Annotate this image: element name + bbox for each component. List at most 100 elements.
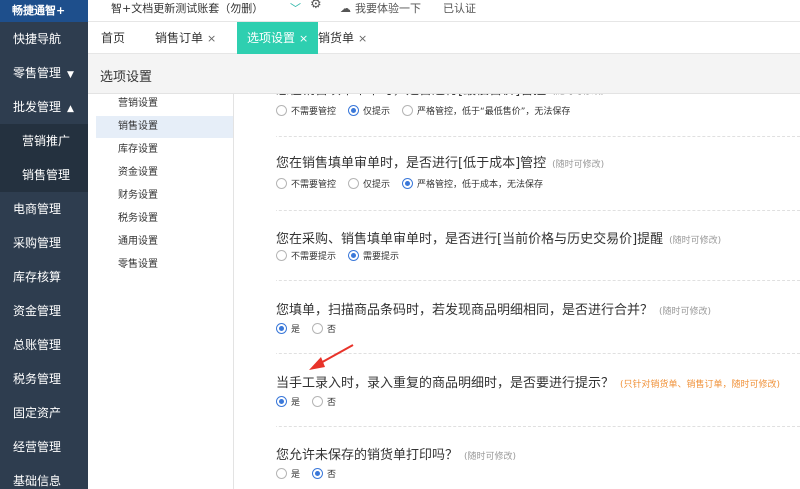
tab-label: 销售订单 xyxy=(155,31,204,45)
radio-label: 不需要管控 xyxy=(291,107,337,117)
sidebar-item-label: 税务管理 xyxy=(13,372,62,386)
page-title: 选项设置 xyxy=(100,70,153,85)
certified-label: 已认证 xyxy=(443,2,476,15)
menu-item[interactable]: 财务设置 xyxy=(96,185,233,207)
sidebar-item-label: 基础信息 xyxy=(13,474,62,488)
settings-content: 您在销售填单审单时，是否进行[最低售价]管控(随时可修改)不需要管控仅提示严格管… xyxy=(276,94,800,489)
sidebar-item[interactable]: 固定资产 xyxy=(0,396,88,430)
radio-button[interactable] xyxy=(276,105,287,116)
sidebar-item[interactable]: 库存核算 xyxy=(0,260,88,294)
setting-question: 当手工录入时，录入重复的商品明细时，是否要进行提示？ (只针对销货单、销售订单，随… xyxy=(276,372,780,391)
menu-item[interactable]: 资金设置 xyxy=(96,162,233,184)
account-select[interactable]: 智+文档更新测试账套（勿删） ﹀ xyxy=(96,0,301,16)
radio-label: 是 xyxy=(291,325,301,335)
radio-button[interactable] xyxy=(348,178,360,189)
tab-4[interactable]: 销货单 × xyxy=(318,22,367,54)
radio-label: 仅提示 xyxy=(363,107,391,117)
radio-label: 是 xyxy=(291,470,301,480)
gear-icon[interactable]: ⚙ xyxy=(310,0,322,12)
radio-option[interactable]: 仅提示 xyxy=(348,104,390,117)
radio-button[interactable] xyxy=(276,396,287,407)
setting-question-text: 您允许未保存的销货单打印吗？ xyxy=(276,448,459,463)
radio-button[interactable] xyxy=(276,178,287,189)
setting-options: 不需要提示 需要提示 xyxy=(276,249,411,262)
radio-option[interactable]: 是 xyxy=(276,322,300,335)
tab-label: 选项设置 xyxy=(247,31,296,45)
sidebar-item[interactable]: 税务管理 xyxy=(0,362,88,396)
sidebar-item[interactable]: 销售管理 xyxy=(0,158,88,192)
radio-button[interactable] xyxy=(348,250,360,261)
page-title-bar: 选项设置 xyxy=(88,54,800,94)
radio-option[interactable]: 否 xyxy=(312,467,336,480)
sidebar-item[interactable]: 批发管理 ▲ xyxy=(0,90,88,124)
radio-option[interactable]: 是 xyxy=(276,467,300,480)
logo: 畅捷通智+ xyxy=(0,0,88,22)
radio-button[interactable] xyxy=(312,323,324,334)
radio-button[interactable] xyxy=(348,105,360,116)
close-icon[interactable]: × xyxy=(207,32,216,45)
radio-label: 不需要管控 xyxy=(291,180,337,190)
sidebar-item[interactable]: 电商管理 xyxy=(0,192,88,226)
setting-question: 您在销售填单审单时，是否进行[最低售价]管控 (随时可修改) xyxy=(276,94,604,98)
radio-button[interactable] xyxy=(276,250,287,261)
radio-button[interactable] xyxy=(312,396,324,407)
radio-option[interactable]: 仅提示 xyxy=(348,177,390,190)
setting-question-text: 您在采购、销售填单审单时，是否进行[当前价格与历史交易价]提醒 xyxy=(276,232,664,247)
tab-label: 销货单 xyxy=(318,31,355,45)
setting-question: 您填单，扫描商品条码时，若发现商品明细相同，是否进行合并？ (随时可修改) xyxy=(276,299,711,318)
radio-label: 不需要提示 xyxy=(291,252,337,262)
close-icon[interactable]: × xyxy=(299,32,308,45)
divider xyxy=(276,210,800,211)
radio-button[interactable] xyxy=(276,323,287,334)
experience-link[interactable]: ☁ 我要体验一下 xyxy=(340,0,421,16)
radio-button[interactable] xyxy=(402,105,414,116)
setting-options: 不需要管控 仅提示 严格管控，低于“最低售价”，无法保存 xyxy=(276,104,582,117)
tab-3[interactable]: 选项设置 × xyxy=(237,22,319,54)
setting-hint: (随时可修改) xyxy=(659,307,712,317)
sidebar-item[interactable]: 总账管理 xyxy=(0,328,88,362)
menu-item[interactable]: 销售设置 xyxy=(96,116,233,138)
radio-option[interactable]: 不需要管控 xyxy=(276,104,336,117)
sidebar-item-label: 库存核算 xyxy=(13,270,62,284)
radio-button[interactable] xyxy=(312,468,324,479)
setting-options: 不需要管控 仅提示 严格管控，低于成本，无法保存 xyxy=(276,177,555,190)
setting-question: 您在销售填单审单时，是否进行[低于成本]管控 (随时可修改) xyxy=(276,152,604,171)
radio-label: 是 xyxy=(291,398,301,408)
radio-option[interactable]: 否 xyxy=(312,322,336,335)
sidebar-item-label: 固定资产 xyxy=(13,406,62,420)
radio-option[interactable]: 不需要提示 xyxy=(276,249,336,262)
experience-label: 我要体验一下 xyxy=(355,2,421,15)
radio-button[interactable] xyxy=(402,178,414,189)
radio-label: 否 xyxy=(327,398,337,408)
radio-option[interactable]: 需要提示 xyxy=(348,249,399,262)
radio-label: 仅提示 xyxy=(363,180,391,190)
menu-item[interactable]: 税务设置 xyxy=(96,208,233,230)
menu-item[interactable]: 库存设置 xyxy=(96,139,233,161)
radio-option[interactable]: 严格管控，低于成本，无法保存 xyxy=(402,177,543,190)
tab-1[interactable]: 首页 xyxy=(101,22,125,54)
tab-2[interactable]: 销售订单 × xyxy=(155,22,216,54)
sidebar-item[interactable]: 营销推广 xyxy=(0,124,88,158)
sidebar-item[interactable]: 基础信息 xyxy=(0,464,88,489)
radio-option[interactable]: 严格管控，低于“最低售价”，无法保存 xyxy=(402,104,570,117)
radio-option[interactable]: 是 xyxy=(276,395,300,408)
radio-label: 严格管控，低于成本，无法保存 xyxy=(417,180,544,190)
sidebar-item[interactable]: 资金管理 xyxy=(0,294,88,328)
sidebar-item[interactable]: 零售管理 ▼ xyxy=(0,56,88,90)
menu-item[interactable]: 通用设置 xyxy=(96,231,233,253)
setting-question-text: 您在销售填单审单时，是否进行[低于成本]管控 xyxy=(276,156,547,171)
close-icon[interactable]: × xyxy=(358,32,367,45)
setting-question: 您允许未保存的销货单打印吗？ (随时可修改) xyxy=(276,444,516,463)
menu-item[interactable]: 营销设置 xyxy=(96,93,233,115)
sidebar-item[interactable]: 经营管理 xyxy=(0,430,88,464)
setting-hint: (随时可修改) xyxy=(552,94,604,97)
divider xyxy=(276,426,800,427)
sidebar-nav: 快捷导航 零售管理 ▼ 批发管理 ▲ 营销推广 销售管理 电商管理 采购管理库存核算资金管理 总账… xyxy=(0,22,88,489)
menu-item[interactable]: 零售设置 xyxy=(96,254,233,276)
sidebar-item[interactable]: 快捷导航 xyxy=(0,22,88,56)
radio-option[interactable]: 不需要管控 xyxy=(276,177,336,190)
sidebar-item[interactable]: 采购管理 xyxy=(0,226,88,260)
chevron-down-icon: ﹀ xyxy=(290,2,301,15)
radio-option[interactable]: 否 xyxy=(312,395,336,408)
radio-button[interactable] xyxy=(276,468,287,479)
